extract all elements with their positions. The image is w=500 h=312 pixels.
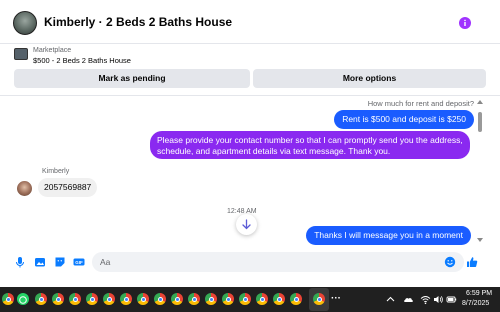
- sender-name: Kimberly: [42, 168, 70, 175]
- mark-as-pending-button[interactable]: Mark as pending: [14, 69, 250, 88]
- wifi-icon[interactable]: [420, 294, 431, 305]
- chrome-icon[interactable]: [239, 293, 251, 305]
- chrome-icon[interactable]: [52, 293, 64, 305]
- more-icon[interactable]: ···: [331, 293, 341, 304]
- whatsapp-icon[interactable]: [17, 293, 29, 305]
- chrome-icon[interactable]: [35, 293, 47, 305]
- clock-time[interactable]: 6:59 PM: [466, 290, 492, 297]
- chrome-icon[interactable]: [171, 293, 183, 305]
- chrome-icon[interactable]: [273, 293, 285, 305]
- chrome-icon[interactable]: [188, 293, 200, 305]
- chrome-icon[interactable]: [69, 293, 81, 305]
- incoming-message[interactable]: 2057569887: [38, 178, 98, 197]
- onedrive-icon[interactable]: [403, 294, 414, 305]
- avatar[interactable]: [17, 181, 32, 196]
- marketplace-listing: Marketplace $500 - 2 Beds 2 Baths House …: [0, 44, 500, 96]
- scrollbar-thumb[interactable]: [478, 112, 482, 132]
- message-composer: GIF: [0, 250, 500, 274]
- listing-thumbnail[interactable]: [14, 48, 28, 60]
- svg-text:GIF: GIF: [75, 260, 83, 265]
- outgoing-message[interactable]: Please provide your contact number so th…: [150, 131, 470, 159]
- chrome-icon[interactable]: [2, 293, 14, 305]
- info-icon[interactable]: [459, 17, 471, 29]
- scrollbar[interactable]: [476, 96, 484, 248]
- chat-window: Kimberly · 2 Beds 2 Baths House Marketpl…: [0, 0, 500, 287]
- outgoing-message[interactable]: Rent is $500 and deposit is $250: [334, 110, 474, 129]
- clock-date[interactable]: 8/7/2025: [462, 300, 489, 307]
- chrome-icon[interactable]: [103, 293, 115, 305]
- emoji-icon[interactable]: [444, 256, 456, 268]
- chrome-icon[interactable]: [86, 293, 98, 305]
- marketplace-label: Marketplace: [33, 47, 72, 54]
- microphone-icon[interactable]: [14, 256, 26, 268]
- chrome-icon[interactable]: [256, 293, 268, 305]
- reply-hint: How much for rent and deposit?: [367, 99, 474, 108]
- chrome-icon[interactable]: [222, 293, 234, 305]
- avatar[interactable]: [13, 11, 37, 35]
- chevron-up-icon[interactable]: [385, 294, 396, 305]
- arrow-down-icon: [242, 219, 251, 230]
- chrome-icon[interactable]: [137, 293, 149, 305]
- chrome-icon[interactable]: [154, 293, 166, 305]
- scroll-up-arrow[interactable]: [477, 100, 483, 104]
- battery-icon[interactable]: [446, 294, 457, 305]
- chrome-icon[interactable]: [205, 293, 217, 305]
- message-input[interactable]: [92, 252, 464, 272]
- like-icon[interactable]: [466, 256, 478, 268]
- gif-icon[interactable]: GIF: [73, 256, 85, 268]
- taskbar: ··· 6:59 PM 8/7/2025: [0, 287, 500, 312]
- more-options-button[interactable]: More options: [253, 69, 486, 88]
- outgoing-message[interactable]: Thanks I will message you in a moment: [306, 226, 471, 245]
- sticker-icon[interactable]: [54, 256, 66, 268]
- chrome-icon[interactable]: [120, 293, 132, 305]
- page-title[interactable]: Kimberly · 2 Beds 2 Baths House: [44, 15, 232, 29]
- image-icon[interactable]: [34, 256, 46, 268]
- scroll-down-arrow[interactable]: [477, 238, 483, 242]
- message-list: How much for rent and deposit? Rent is $…: [0, 96, 500, 248]
- chrome-icon[interactable]: [290, 293, 302, 305]
- listing-title[interactable]: $500 - 2 Beds 2 Baths House: [33, 56, 131, 65]
- chrome-icon[interactable]: [313, 293, 325, 305]
- chat-header: Kimberly · 2 Beds 2 Baths House: [0, 0, 500, 44]
- volume-icon[interactable]: [433, 294, 444, 305]
- scroll-to-bottom-button[interactable]: [236, 214, 257, 235]
